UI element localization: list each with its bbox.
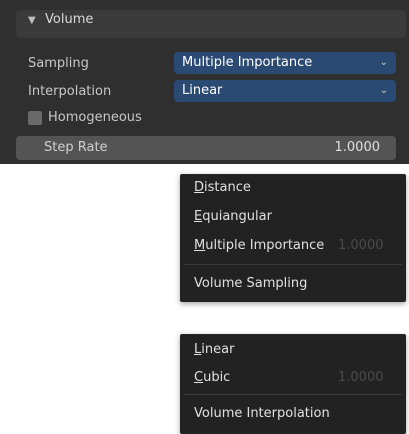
volume-panel: ▼ Volume Sampling Multiple Importance ⌄ … — [0, 0, 409, 164]
step-rate-label: Step Rate — [44, 140, 108, 155]
mnemonic-e: E — [194, 209, 203, 224]
menu-item-label: ubic — [203, 370, 231, 385]
sampling-dropdown[interactable]: Multiple Importance ⌄ — [174, 52, 396, 74]
menu-footer: Volume Sampling — [194, 276, 308, 291]
ghost-value: 1.0000 — [338, 370, 384, 385]
sampling-dropdown-value: Multiple Importance — [182, 55, 313, 70]
menu-item-distance[interactable]: Distance — [194, 180, 251, 195]
menu-item-multiple-importance[interactable]: Multiple Importance — [194, 238, 324, 253]
menu-item-label: inear — [201, 342, 235, 357]
chevron-down-icon: ⌄ — [379, 85, 388, 96]
interpolation-label: Interpolation — [28, 84, 112, 99]
menu-item-label: ultiple Importance — [205, 238, 325, 253]
homogeneous-checkbox[interactable] — [28, 111, 42, 125]
step-rate-value: 1.0000 — [334, 140, 381, 155]
collapse-caret-icon[interactable]: ▼ — [28, 15, 36, 26]
sampling-label: Sampling — [28, 56, 89, 71]
chevron-down-icon: ⌄ — [379, 57, 388, 68]
interpolation-menu: Linear Cubic 1.0000 Volume Interpolation — [180, 334, 406, 434]
interpolation-dropdown[interactable]: Linear ⌄ — [174, 80, 396, 102]
menu-item-linear[interactable]: Linear — [194, 342, 234, 357]
mnemonic-c: C — [194, 370, 204, 385]
homogeneous-label[interactable]: Homogeneous — [48, 110, 142, 125]
menu-item-label: istance — [204, 180, 251, 195]
menu-item-label: quiangular — [202, 209, 272, 224]
sampling-menu: Distance Equiangular Multiple Importance… — [180, 174, 406, 302]
menu-footer: Volume Interpolation — [194, 406, 330, 421]
mnemonic-m: M — [194, 238, 206, 253]
menu-item-cubic[interactable]: Cubic — [194, 370, 230, 385]
mnemonic-d: D — [194, 180, 205, 195]
menu-separator — [184, 264, 402, 265]
menu-separator — [184, 394, 402, 395]
interpolation-dropdown-value: Linear — [182, 83, 223, 98]
panel-title: Volume — [45, 12, 94, 27]
step-rate-field[interactable]: Step Rate 1.0000 — [16, 136, 396, 160]
ghost-value: 1.0000 — [338, 238, 384, 253]
menu-item-equiangular[interactable]: Equiangular — [194, 209, 272, 224]
